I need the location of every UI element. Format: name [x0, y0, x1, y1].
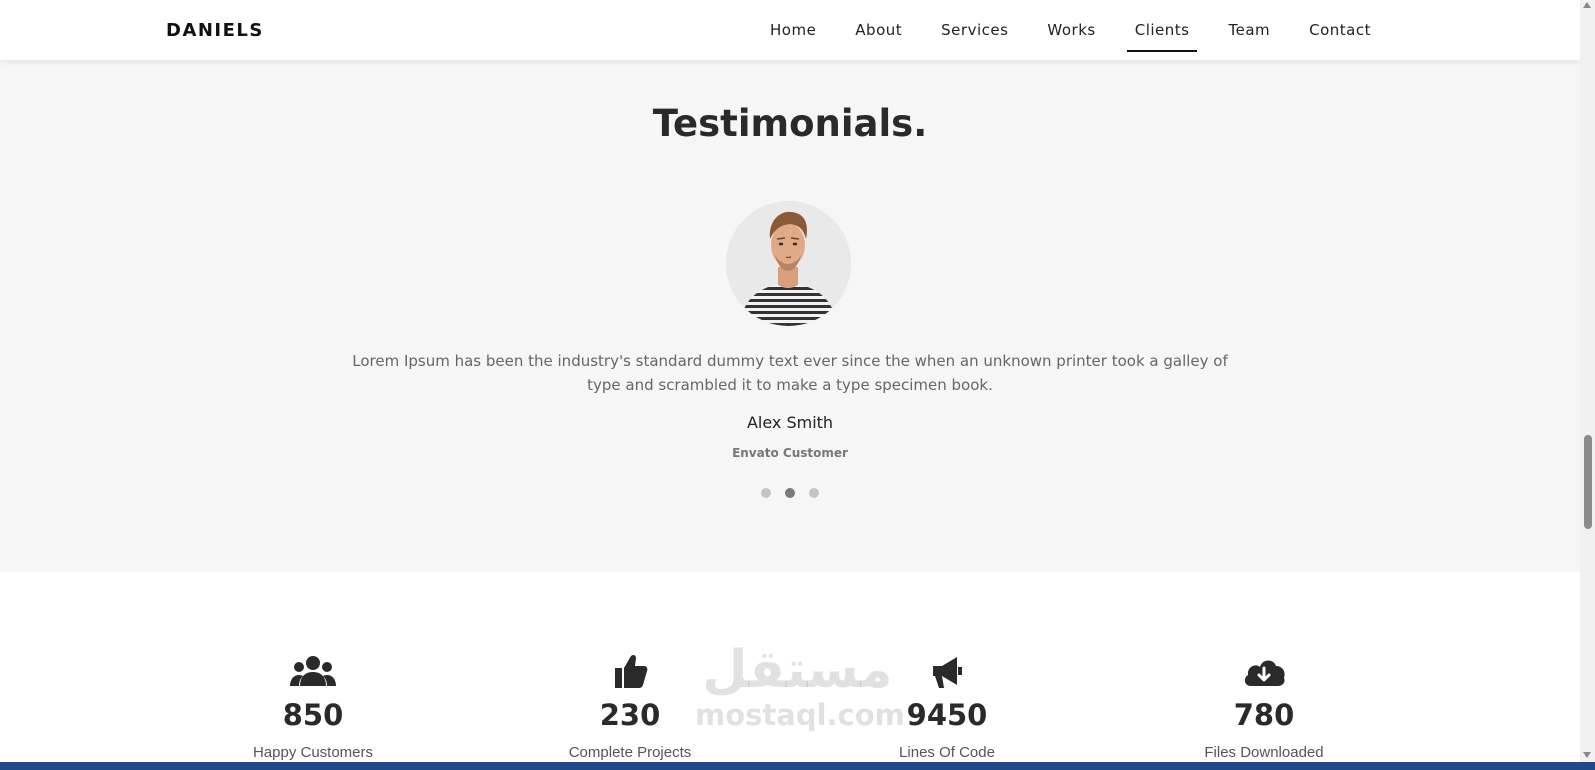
- testimonial-quote: Lorem Ipsum has been the industry's stan…: [352, 352, 1228, 394]
- users-icon: [290, 656, 336, 686]
- bottom-bar: [0, 762, 1595, 770]
- stat-label: Lines Of Code: [899, 744, 995, 761]
- testimonials-section: Testimonials. Lorem Ipsum has been the i…: [0, 60, 1580, 572]
- testimonial-author-role: Envato Customer: [732, 446, 848, 460]
- nav-item-services[interactable]: Services: [933, 0, 1016, 60]
- nav-item-contact[interactable]: Contact: [1301, 0, 1379, 60]
- stat-label: Files Downloaded: [1204, 744, 1324, 761]
- stat-label: Happy Customers: [252, 744, 374, 761]
- stat-number: 850: [282, 698, 344, 732]
- scrollbar-thumb[interactable]: [1584, 435, 1592, 529]
- navbar: DANIELS Home About Services Works Client…: [0, 0, 1580, 60]
- person-portrait-icon: [726, 201, 851, 326]
- stat-label: Complete Projects: [568, 744, 692, 761]
- stats-section: 850 Happy Customers 230 Complete Project…: [0, 572, 1580, 762]
- main-nav: Home About Services Works Clients Team C…: [762, 0, 1379, 60]
- cloud-download-icon: [1244, 660, 1285, 686]
- scroll-down-icon[interactable]: [1583, 752, 1591, 758]
- section-title: Testimonials.: [652, 102, 928, 145]
- thumbs-up-icon: [615, 654, 648, 688]
- nav-item-works[interactable]: Works: [1039, 0, 1103, 60]
- stat-number: 230: [599, 698, 661, 732]
- stat-number: 9450: [906, 698, 988, 732]
- stat-number: 780: [1233, 698, 1295, 732]
- carousel-dot-2[interactable]: [785, 488, 795, 498]
- nav-item-team[interactable]: Team: [1220, 0, 1278, 60]
- avatar: [726, 201, 851, 326]
- vertical-scrollbar[interactable]: [1580, 0, 1595, 762]
- megaphone-icon: [933, 657, 962, 688]
- carousel-dot-3[interactable]: [809, 488, 819, 498]
- carousel-dot-1[interactable]: [761, 488, 771, 498]
- nav-item-clients[interactable]: Clients: [1126, 0, 1198, 60]
- testimonial-author-name: Alex Smith: [746, 413, 834, 432]
- scroll-up-icon[interactable]: [1583, 2, 1591, 8]
- nav-item-about[interactable]: About: [847, 0, 910, 60]
- carousel-pagination: [0, 488, 1580, 498]
- brand-logo[interactable]: DANIELS: [166, 20, 264, 41]
- nav-item-home[interactable]: Home: [762, 0, 824, 60]
